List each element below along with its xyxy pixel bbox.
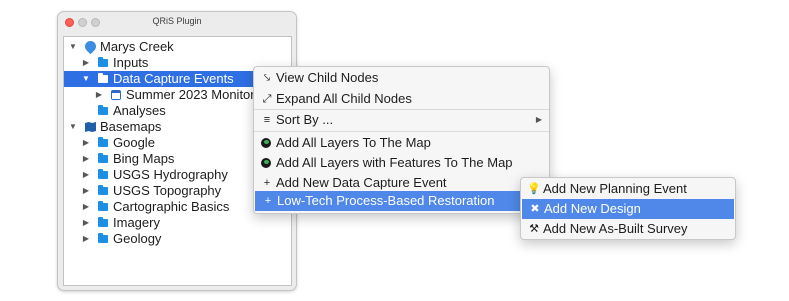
tree-node-label: Cartographic Basics [113, 199, 230, 214]
expand-icon: ⤢ [262, 93, 272, 105]
expanded-arrow-icon[interactable]: ▼ [81, 71, 91, 87]
context-menu-item[interactable]: + Add New Data Capture Event [254, 173, 549, 193]
collapsed-arrow-icon[interactable]: ▶ [81, 199, 91, 215]
folder-icon [98, 169, 108, 179]
tree-node-label: Marys Creek [100, 39, 174, 54]
calendar-icon [111, 90, 121, 100]
submenu-item-label: Add New Planning Event [543, 181, 687, 196]
sort-icon: ≡ [263, 114, 271, 126]
folder-icon [98, 57, 108, 67]
plus-icon: + [264, 195, 272, 207]
window-title: QRiS Plugin [152, 16, 202, 26]
collapsed-arrow-icon[interactable]: ▶ [81, 167, 91, 183]
submenu: 💡 Add New Planning Event ✖ Add New Design ⚒ A… [520, 177, 736, 240]
collapsed-arrow-icon[interactable]: ▶ [81, 183, 91, 199]
folder-icon [98, 73, 108, 83]
context-menu: ⤥ View Child Nodes ⤢ Expand All Child Nodes… [253, 66, 550, 214]
folder-icon [98, 201, 108, 211]
collapsed-arrow-icon[interactable]: ▶ [94, 87, 104, 103]
tree-node-label: Summer 2023 Monitoring [126, 87, 272, 102]
menu-separator [254, 109, 549, 110]
folder-icon [98, 185, 108, 195]
globe-icon [261, 138, 271, 148]
context-menu-item[interactable]: ≡ Sort By ... ▶ [254, 110, 549, 130]
tree-node-label: Analyses [113, 103, 166, 118]
collapsed-arrow-icon[interactable]: ▶ [81, 231, 91, 247]
expanded-arrow-icon[interactable]: ▼ [68, 119, 78, 135]
collapsed-arrow-icon[interactable]: ▶ [81, 55, 91, 71]
design-tools-icon: ✖ [530, 203, 540, 215]
expanded-arrow-icon[interactable]: ▼ [68, 39, 78, 55]
submenu-item[interactable]: ⚒ Add New As-Built Survey [521, 219, 735, 239]
collapsed-arrow-icon[interactable]: ▶ [81, 135, 91, 151]
folder-icon [98, 217, 108, 227]
tree-node-label: USGS Hydrography [113, 167, 228, 182]
title-bar: QRiS Plugin [58, 12, 296, 32]
tree-node-label: Geology [113, 231, 162, 246]
context-menu-item[interactable]: ⤢ Expand All Child Nodes [254, 89, 549, 109]
lightbulb-icon: 💡 [527, 183, 541, 195]
context-menu-item-label: Add New Data Capture Event [276, 175, 447, 190]
pin-icon [82, 38, 99, 55]
context-menu-item-label: Add All Layers To The Map [276, 135, 431, 150]
context-menu-item[interactable]: ⤥ View Child Nodes [254, 68, 549, 88]
wrench-icon: ⚒ [529, 223, 539, 235]
context-menu-item[interactable]: + Low-Tech Process-Based Restoration [255, 191, 548, 211]
context-menu-item-label: Expand All Child Nodes [276, 91, 412, 106]
submenu-item[interactable]: 💡 Add New Planning Event [521, 179, 735, 199]
folder-icon [98, 153, 108, 163]
context-menu-item-label: Add All Layers with Features To The Map [276, 155, 513, 170]
tree-node-label: Inputs [113, 55, 149, 70]
folder-icon [98, 233, 108, 243]
context-menu-item-label: View Child Nodes [276, 70, 379, 85]
submenu-item[interactable]: ✖ Add New Design [522, 199, 734, 219]
tree-node-label: USGS Topography [113, 183, 222, 198]
map-icon [85, 122, 96, 132]
plus-icon: + [263, 177, 271, 189]
folder-icon [98, 105, 108, 115]
context-menu-item[interactable]: Add All Layers To The Map [254, 133, 549, 153]
tree-node-label: Bing Maps [113, 151, 175, 166]
submenu-item-label: Add New Design [544, 201, 641, 216]
collapsed-arrow-icon[interactable]: ▶ [81, 151, 91, 167]
submenu-item-label: Add New As-Built Survey [543, 221, 688, 236]
globe-icon [261, 158, 271, 168]
tree-node-label: Google [113, 135, 155, 150]
context-menu-item[interactable]: Add All Layers with Features To The Map [254, 153, 549, 173]
menu-separator [254, 131, 549, 132]
submenu-arrow-icon: ▶ [535, 115, 542, 124]
context-menu-item-label: Sort By ... [276, 112, 334, 127]
arrows-in-icon: ⤥ [263, 72, 271, 84]
context-menu-item-label: Low-Tech Process-Based Restoration [277, 193, 495, 208]
collapsed-arrow-icon[interactable]: ▶ [81, 215, 91, 231]
folder-icon [98, 137, 108, 147]
tree-node-label: Data Capture Events [113, 71, 234, 86]
tree-node-label: Basemaps [100, 119, 162, 134]
tree-node-label: Imagery [113, 215, 160, 230]
